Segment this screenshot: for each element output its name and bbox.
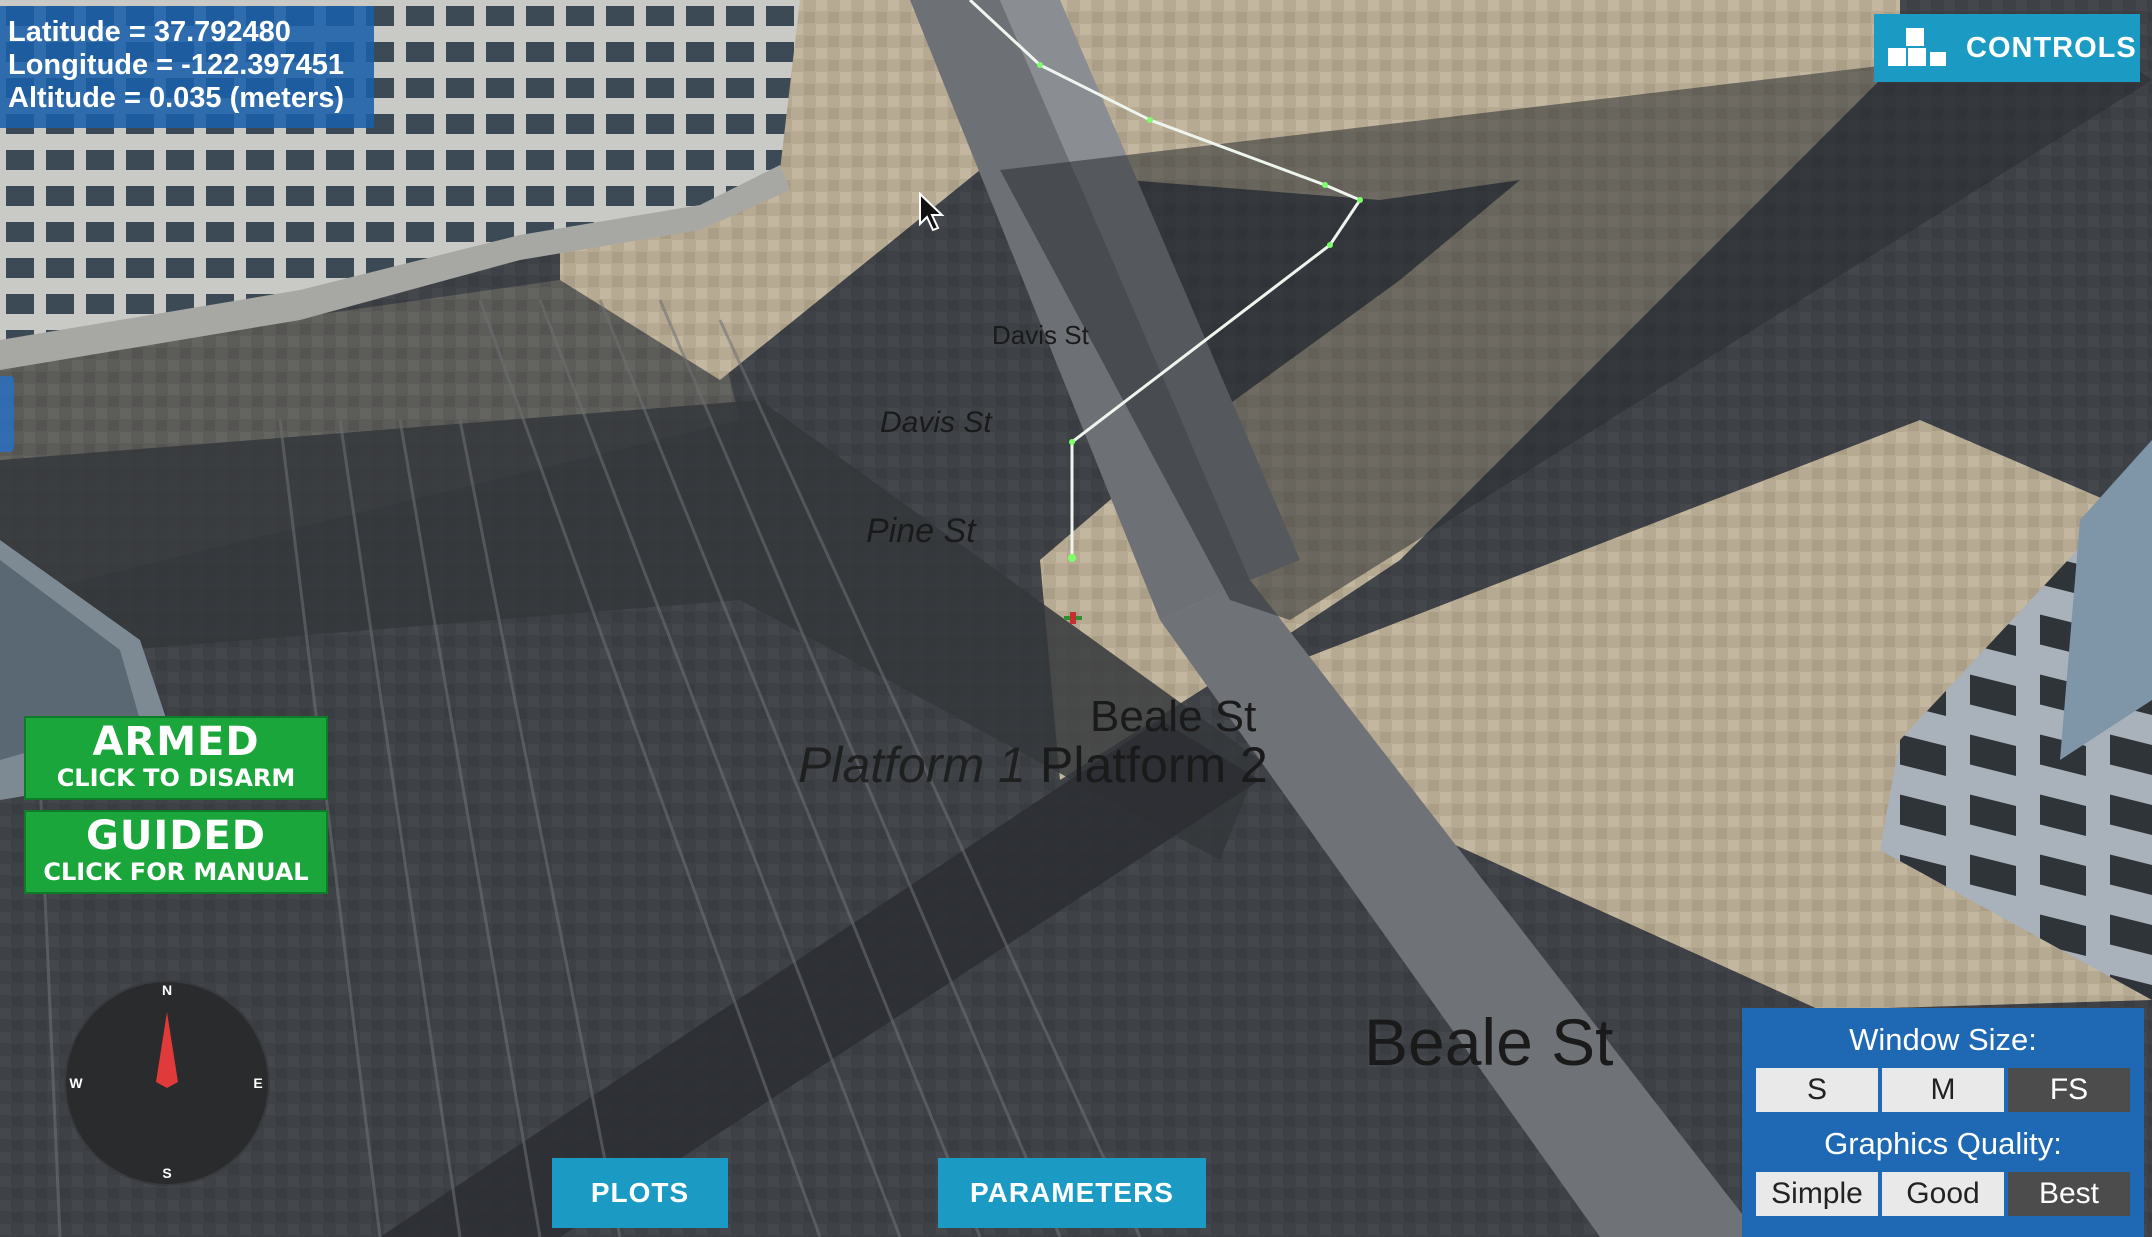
compass-north: N	[162, 982, 172, 998]
window-size-fs-button[interactable]: FS	[2008, 1068, 2130, 1112]
altitude-readout: Altitude = 0.035 (meters)	[8, 82, 345, 114]
window-size-label: Window Size:	[1849, 1022, 2037, 1057]
compass-south: S	[162, 1165, 171, 1181]
compass-west: W	[69, 1075, 83, 1091]
parameters-button[interactable]: PARAMETERS	[938, 1158, 1206, 1228]
street-label-beale-1: Beale St	[1090, 692, 1257, 741]
window-size-options: S M FS	[1742, 1068, 2144, 1112]
blocks-icon	[1888, 28, 1946, 66]
controls-button-label: CONTROLS	[1966, 31, 2137, 64]
street-label-davis-2: Davis St	[880, 406, 992, 439]
window-size-m-button[interactable]: M	[1882, 1068, 2004, 1112]
street-label-pine: Pine St	[866, 512, 976, 550]
plots-button[interactable]: PLOTS	[552, 1158, 728, 1228]
longitude-readout: Longitude = -122.397451	[8, 49, 345, 81]
street-label-platform-2: Platform 2	[1040, 737, 1268, 793]
armed-subtitle: CLICK TO DISARM	[56, 764, 296, 792]
compass-widget: N S E W	[64, 980, 270, 1186]
guided-subtitle: CLICK FOR MANUAL	[43, 858, 309, 886]
street-label-beale-2: Beale St	[1364, 1005, 1614, 1079]
latitude-readout: Latitude = 37.792480	[8, 16, 291, 48]
gps-readout-panel: Latitude = 37.792480 Longitude = -122.39…	[0, 6, 374, 128]
street-label-platform-1: Platform 1	[798, 737, 1026, 793]
graphics-quality-label: Graphics Quality:	[1824, 1126, 2062, 1161]
guided-toggle-button[interactable]: GUIDED CLICK FOR MANUAL	[24, 810, 328, 894]
controls-button[interactable]: CONTROLS	[1874, 14, 2140, 82]
armed-title: ARMED	[92, 719, 260, 765]
street-label-davis-1: Davis St	[992, 320, 1089, 350]
compass-east: E	[253, 1075, 262, 1091]
armed-toggle-button[interactable]: ARMED CLICK TO DISARM	[24, 716, 328, 800]
graphics-simple-button[interactable]: Simple	[1756, 1172, 1878, 1216]
graphics-best-button[interactable]: Best	[2008, 1172, 2130, 1216]
side-panel-handle[interactable]	[0, 376, 14, 452]
graphics-good-button[interactable]: Good	[1882, 1172, 2004, 1216]
window-size-s-button[interactable]: S	[1756, 1068, 1878, 1112]
graphics-quality-options: Simple Good Best	[1742, 1172, 2144, 1216]
settings-panel: Window Size: S M FS Graphics Quality: Si…	[1742, 1008, 2144, 1237]
guided-title: GUIDED	[86, 813, 266, 859]
